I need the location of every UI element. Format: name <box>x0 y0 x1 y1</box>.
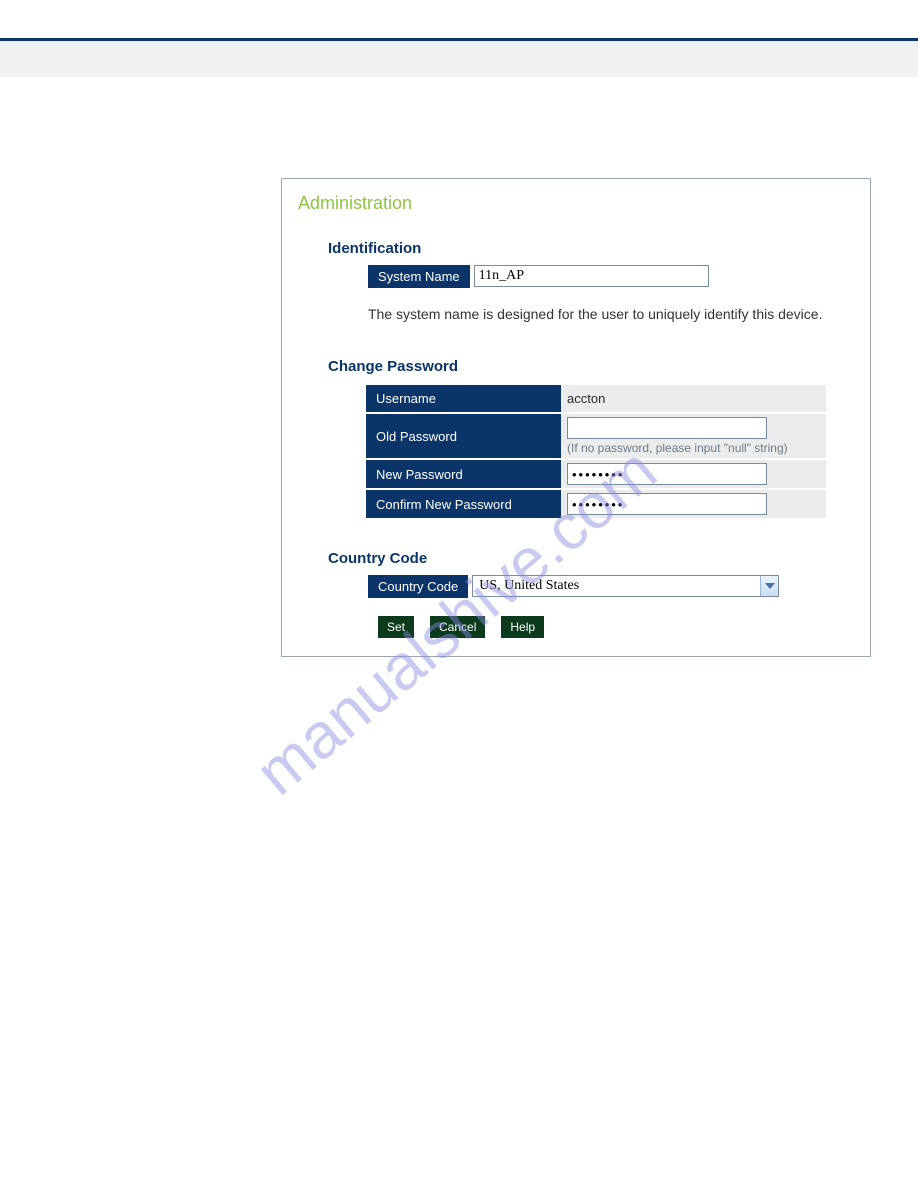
country-code-row: Country Code US, United States <box>368 575 854 598</box>
cancel-button[interactable]: Cancel <box>430 616 485 638</box>
new-password-input[interactable] <box>567 463 767 485</box>
table-row: Username accton <box>366 385 826 412</box>
chevron-down-icon <box>760 576 778 596</box>
change-password-heading: Change Password <box>328 358 854 375</box>
admin-panel: Administration Identification System Nam… <box>281 178 871 657</box>
system-name-input[interactable] <box>474 265 709 287</box>
system-name-label: System Name <box>368 265 470 288</box>
new-password-cell <box>561 460 826 488</box>
confirm-password-input[interactable] <box>567 493 767 515</box>
old-password-hint: (If no password, please input "null" str… <box>567 441 820 455</box>
table-row: Confirm New Password <box>366 490 826 518</box>
country-code-heading: Country Code <box>328 550 854 567</box>
country-code-label: Country Code <box>368 575 468 598</box>
country-code-select[interactable]: US, United States <box>472 575 779 597</box>
system-name-helper: The system name is designed for the user… <box>368 306 854 322</box>
table-row: Old Password (If no password, please inp… <box>366 414 826 458</box>
button-row: Set Cancel Help <box>378 616 854 638</box>
top-band <box>0 41 918 77</box>
confirm-password-label: Confirm New Password <box>366 490 561 518</box>
new-password-label: New Password <box>366 460 561 488</box>
username-label: Username <box>366 385 561 412</box>
password-table: Username accton Old Password (If no pass… <box>366 383 826 520</box>
username-value: accton <box>561 385 826 412</box>
help-button[interactable]: Help <box>501 616 544 638</box>
table-row: New Password <box>366 460 826 488</box>
old-password-label: Old Password <box>366 414 561 458</box>
page-title: Administration <box>298 193 854 214</box>
system-name-row: System Name <box>368 265 854 288</box>
old-password-input[interactable] <box>567 417 767 439</box>
country-code-selected: US, United States <box>473 578 760 594</box>
set-button[interactable]: Set <box>378 616 414 638</box>
confirm-password-cell <box>561 490 826 518</box>
identification-heading: Identification <box>328 240 854 257</box>
old-password-cell: (If no password, please input "null" str… <box>561 414 826 458</box>
